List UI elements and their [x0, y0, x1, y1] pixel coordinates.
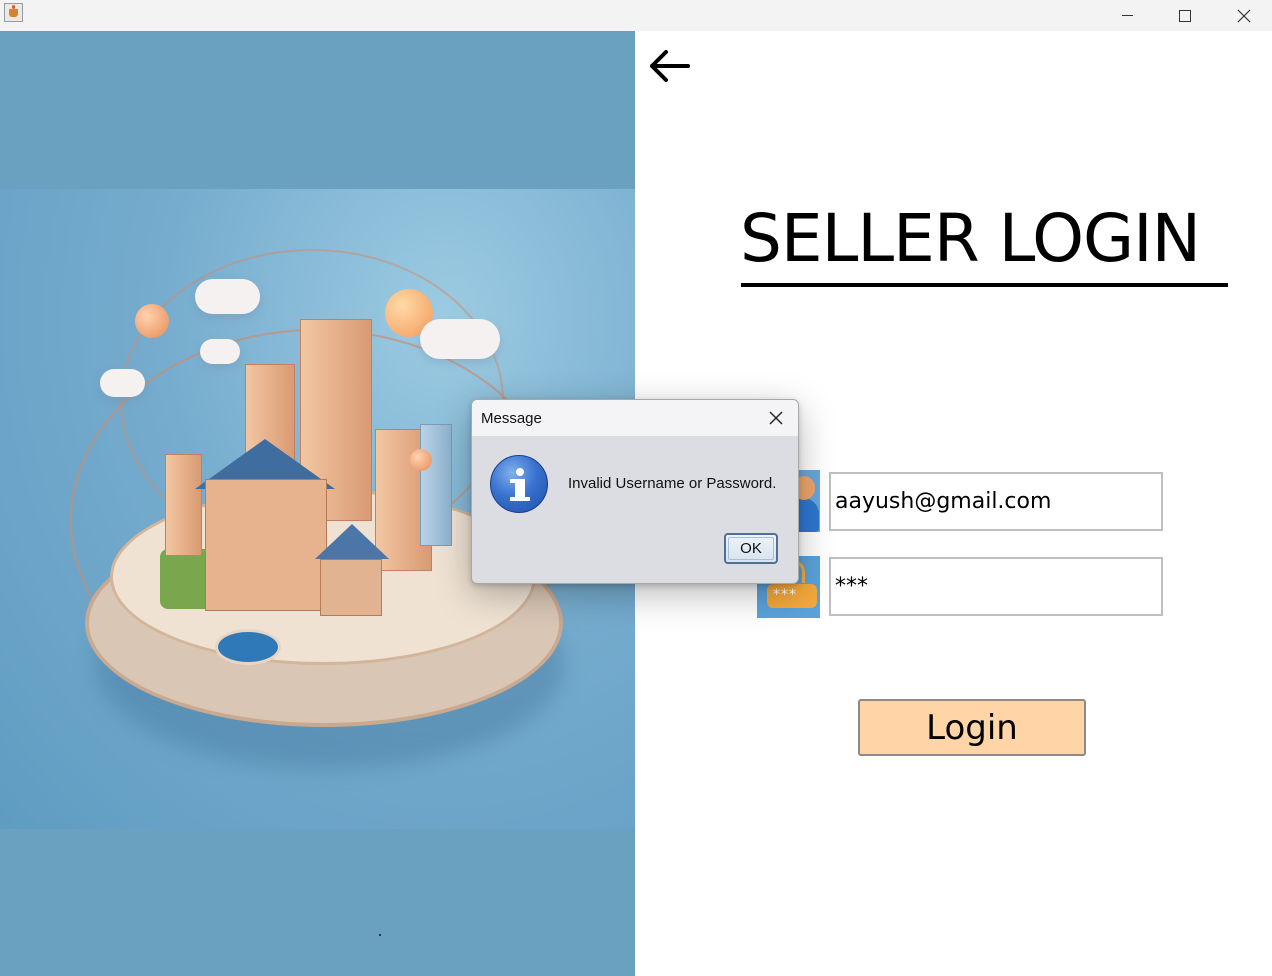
title-underline	[741, 283, 1228, 287]
maximize-button[interactable]	[1162, 0, 1208, 31]
dialog-close-button[interactable]	[767, 409, 785, 427]
window-titlebar	[0, 0, 1272, 31]
dialog-titlebar: Message	[472, 400, 798, 436]
minimize-icon	[1121, 15, 1133, 16]
dialog-title: Message	[481, 410, 542, 427]
close-icon	[1237, 9, 1251, 22]
java-app-icon	[4, 3, 23, 22]
dialog-message: Invalid Username or Password.	[568, 475, 777, 492]
message-dialog: Message Invalid Username or Password. OK	[471, 399, 799, 584]
password-field[interactable]: ***	[829, 557, 1163, 616]
ok-button[interactable]: OK	[724, 533, 778, 564]
info-icon	[490, 455, 548, 513]
minimize-button[interactable]	[1104, 0, 1150, 31]
username-field[interactable]: aayush@gmail.com	[829, 472, 1163, 531]
window-close-button[interactable]	[1221, 0, 1267, 31]
back-button[interactable]	[648, 46, 692, 86]
login-button[interactable]: Login	[858, 699, 1086, 756]
ok-label: OK	[740, 540, 762, 557]
maximize-icon	[1179, 9, 1191, 22]
close-icon	[769, 411, 783, 425]
page-title: SELLER LOGIN	[740, 200, 1201, 277]
arrow-left-icon	[650, 50, 690, 82]
